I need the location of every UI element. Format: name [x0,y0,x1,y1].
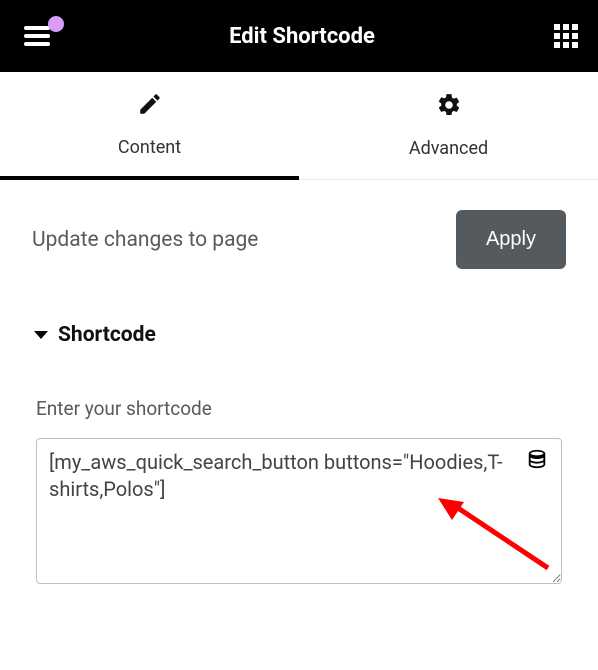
shortcode-input[interactable] [36,438,562,584]
page-title: Edit Shortcode [229,24,375,49]
dynamic-tags-button[interactable] [526,448,550,472]
tabs: Content Advanced [0,72,598,180]
gear-icon [436,92,462,124]
section-title: Shortcode [58,323,156,347]
update-row: Update changes to page Apply [0,180,598,289]
caret-down-icon [34,331,48,339]
pencil-icon [137,91,163,123]
update-text: Update changes to page [32,228,258,252]
shortcode-field-label: Enter your shortcode [0,357,598,432]
notification-dot-icon [48,16,64,32]
apps-grid-icon[interactable] [554,24,578,48]
tab-content[interactable]: Content [0,72,299,180]
section-toggle-shortcode[interactable]: Shortcode [0,289,598,357]
menu-button[interactable] [24,26,50,46]
apply-button[interactable]: Apply [456,210,566,269]
tab-content-label: Content [118,137,181,158]
tab-advanced-label: Advanced [409,138,488,159]
app-header: Edit Shortcode [0,0,598,72]
tab-advanced[interactable]: Advanced [299,72,598,179]
database-icon [526,448,548,470]
shortcode-field-wrap [36,438,562,588]
